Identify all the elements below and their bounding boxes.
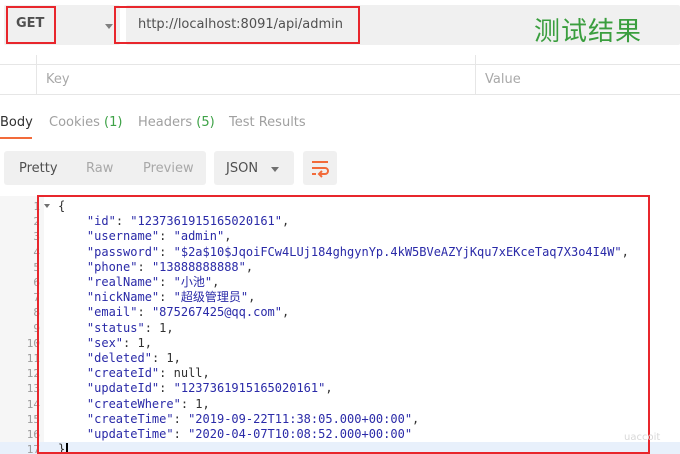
code-line: 2 "id": "1237361915165020161",: [0, 214, 680, 229]
tab-label: Headers: [138, 115, 193, 130]
code-text: "email": "875267425@qq.com",: [86, 305, 290, 320]
code-text: "updateTime": "2020-04-07T10:08:52.000+0…: [86, 427, 413, 441]
wrap-lines-button[interactable]: [303, 151, 337, 185]
code-line: 14 "createWhere": 1,: [0, 397, 680, 412]
code-line: 9 "status": 1,: [0, 321, 680, 336]
code-text: "realName": "小池",: [86, 275, 220, 289]
tab-test-results[interactable]: Test Results: [229, 115, 306, 130]
response-body-viewer[interactable]: 1{2 "id": "1237361915165020161", 3 "usern…: [0, 196, 680, 454]
code-text: {: [58, 199, 66, 213]
code-line: 11 "deleted": 1,: [0, 351, 680, 366]
params-header-row: [0, 55, 680, 65]
column-divider: [36, 55, 37, 95]
tab-count: (1): [104, 115, 123, 130]
code-line: 3 "username": "admin",: [0, 229, 680, 244]
format-value: JSON: [226, 161, 259, 176]
fold-caret-icon[interactable]: [44, 204, 50, 208]
view-mode-group: Pretty Raw Preview: [4, 151, 206, 185]
text-cursor: [66, 443, 68, 454]
line-number: 12: [26, 367, 40, 381]
url-value: http://localhost:8091/api/admin: [138, 17, 343, 32]
code-line: 8 "email": "875267425@qq.com",: [0, 305, 680, 320]
code-text: "createWhere": 1,: [86, 396, 210, 411]
method-value: GET: [16, 16, 45, 31]
code-text: "sex": 1,: [86, 335, 152, 350]
code-text: "updateId": "1237361915165020161",: [86, 381, 333, 396]
line-number: 13: [26, 382, 40, 396]
column-divider: [475, 55, 476, 95]
code-text: "nickName": "超级管理员",: [86, 290, 256, 305]
view-toolbar: Pretty Raw Preview JSON: [0, 149, 680, 189]
code-line: 12 "createId": null,: [0, 366, 680, 381]
code-text: "createId": null,: [86, 366, 210, 381]
line-number: 6: [33, 276, 40, 289]
code-text: "username": "admin",: [86, 229, 232, 244]
param-key-input[interactable]: Key: [46, 72, 70, 87]
line-number: 4: [33, 245, 40, 259]
code-text: "createTime": "2019-09-22T11:38:05.000+0…: [86, 411, 420, 426]
code-line: 13 "updateId": "1237361915165020161",: [0, 381, 680, 396]
chevron-down-icon: [105, 24, 113, 29]
code-line: 5 "phone": "13888888888",: [0, 260, 680, 275]
format-select[interactable]: JSON: [214, 151, 294, 185]
code-text: "id": "1237361915165020161",: [86, 214, 290, 229]
chevron-down-icon: [271, 167, 279, 172]
tab-label: Test Results: [229, 115, 306, 130]
pretty-button[interactable]: Pretty: [19, 161, 58, 176]
test-result-label: 测试结果: [534, 17, 643, 47]
watermark: uaccoit: [624, 432, 661, 443]
raw-button[interactable]: Raw: [86, 161, 113, 176]
line-number: 16: [26, 428, 40, 441]
code-text: "password": "$2a$10$JqoiFCw4LUj184ghgynY…: [86, 244, 629, 259]
line-number: 9: [33, 321, 40, 335]
preview-button[interactable]: Preview: [143, 161, 194, 176]
line-number: 1: [33, 200, 40, 213]
params-row: [0, 65, 680, 95]
line-number: 15: [26, 412, 40, 426]
tab-body[interactable]: Body: [0, 115, 33, 130]
wrap-lines-icon: [312, 161, 329, 178]
code-text: }: [58, 442, 66, 454]
line-number: 7: [33, 291, 40, 305]
request-bar: GET http://localhost:8091/api/admin 测试结果: [0, 0, 680, 50]
code-line: 1{: [0, 199, 680, 214]
tab-label: Cookies: [49, 115, 100, 130]
line-number: 5: [33, 260, 40, 274]
line-number: 11: [26, 352, 40, 365]
code-line: 4 "password": "$2a$10$JqoiFCw4LUj184ghgy…: [0, 245, 680, 260]
line-number: 14: [26, 397, 40, 411]
line-number: 2: [33, 215, 40, 229]
tab-count: (5): [196, 115, 215, 130]
tab-cookies[interactable]: Cookies (1): [49, 115, 122, 130]
response-tabs: Body Cookies (1) Headers (5) Test Result…: [0, 107, 680, 139]
code-line: 17}: [0, 442, 680, 454]
code-text: "phone": "13888888888",: [86, 259, 254, 274]
code-text: "status": 1,: [86, 320, 174, 335]
params-table: Key Value: [0, 55, 680, 105]
param-value-input[interactable]: Value: [485, 72, 521, 87]
code-line: 7 "nickName": "超级管理员",: [0, 290, 680, 305]
line-number: 17: [26, 443, 40, 454]
method-select[interactable]: GET: [4, 5, 120, 45]
code-text: "deleted": 1,: [86, 351, 181, 365]
code-line: 16 "updateTime": "2020-04-07T10:08:52.00…: [0, 427, 680, 442]
tab-label: Body: [0, 115, 33, 130]
line-number: 10: [26, 336, 40, 350]
code-line: 15 "createTime": "2019-09-22T11:38:05.00…: [0, 412, 680, 427]
line-number: 8: [33, 306, 40, 320]
code-line: 6 "realName": "小池",: [0, 275, 680, 290]
active-tab-indicator: [0, 137, 32, 139]
tab-headers[interactable]: Headers (5): [138, 115, 215, 130]
code-line: 10 "sex": 1,: [0, 336, 680, 351]
line-number: 3: [33, 230, 40, 244]
